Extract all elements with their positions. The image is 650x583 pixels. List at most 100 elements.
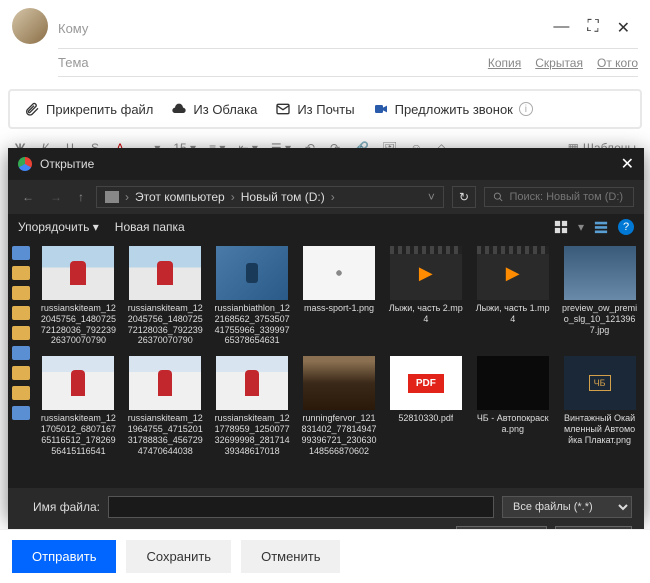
- file-thumbnail: [303, 246, 375, 300]
- file-item[interactable]: russianskiteam_122045756_148072572128036…: [125, 244, 206, 348]
- file-name: 52810330.pdf: [398, 413, 453, 424]
- save-button[interactable]: Сохранить: [126, 540, 231, 573]
- file-name: Лыжи, часть 1.mp4: [475, 303, 551, 325]
- attach-cloud-label: Из Облака: [193, 102, 257, 117]
- hidden-link[interactable]: Скрытая: [535, 56, 583, 70]
- file-item[interactable]: mass-sport-1.png: [299, 244, 380, 348]
- suggest-call-label: Предложить звонок: [395, 102, 513, 117]
- sidebar-folder-2[interactable]: [12, 286, 30, 300]
- file-item[interactable]: Лыжи, часть 2.mp4: [385, 244, 466, 348]
- file-thumbnail: [129, 246, 201, 300]
- file-name: russianbiathlon_122168562_37535074175596…: [214, 303, 290, 346]
- dialog-sidebar: [8, 240, 34, 488]
- sidebar-folder-5[interactable]: [12, 366, 30, 380]
- from-link[interactable]: От кого: [597, 56, 638, 70]
- file-thumbnail: [477, 356, 549, 410]
- nav-up-button[interactable]: ↑: [74, 190, 88, 204]
- file-name: ЧБ - Автопокраска.png: [475, 413, 551, 435]
- file-thumbnail: [216, 246, 288, 300]
- file-item[interactable]: runningfervor_121831402_7781494799396721…: [299, 354, 380, 458]
- file-thumbnail: [390, 356, 462, 410]
- refresh-button[interactable]: ↻: [452, 186, 476, 208]
- to-field[interactable]: [58, 21, 545, 36]
- attach-mail-button[interactable]: Из Почты: [275, 101, 354, 117]
- filename-label: Имя файла:: [20, 500, 100, 514]
- paperclip-icon: [24, 101, 40, 117]
- file-item[interactable]: 52810330.pdf: [385, 354, 466, 458]
- file-open-dialog: Открытие ✕ ← → ↑ › Этот компьютер › Новы…: [8, 148, 644, 518]
- sidebar-folder-4[interactable]: [12, 326, 30, 340]
- view-large-icon[interactable]: [554, 220, 568, 234]
- nav-back-button[interactable]: ←: [18, 190, 38, 204]
- file-item[interactable]: Винтажный Окаймленный Автомойка Плакат.p…: [559, 354, 640, 458]
- nav-forward-button[interactable]: →: [46, 190, 66, 204]
- file-thumbnail: [477, 246, 549, 300]
- file-thumbnail: [390, 246, 462, 300]
- avatar[interactable]: [12, 8, 48, 44]
- file-item[interactable]: russianskiteam_122045756_148072572128036…: [38, 244, 119, 348]
- file-item[interactable]: russianskiteam_121778959_125007732699998…: [212, 354, 293, 458]
- maximize-icon[interactable]: ⛶: [587, 18, 598, 38]
- copy-link[interactable]: Копия: [488, 56, 521, 70]
- file-thumbnail: [42, 246, 114, 300]
- file-name: runningfervor_121831402_7781494799396721…: [301, 413, 377, 456]
- file-item[interactable]: russianskiteam_121964755_471520131788836…: [125, 354, 206, 458]
- sidebar-folder-3[interactable]: [12, 306, 30, 320]
- search-icon: [493, 191, 504, 203]
- file-name: preview_ow_premio_slg_10_1213967.jpg: [562, 303, 638, 335]
- search-input[interactable]: [510, 191, 626, 203]
- filetype-select[interactable]: Все файлы (*.*): [502, 496, 632, 518]
- newfolder-button[interactable]: Новая папка: [115, 220, 185, 234]
- file-thumbnail: [564, 356, 636, 410]
- chrome-icon: [18, 157, 32, 171]
- minimize-icon[interactable]: —: [553, 18, 569, 38]
- view-list-icon[interactable]: [594, 220, 608, 234]
- suggest-call-button[interactable]: Предложить звонок i: [373, 101, 533, 117]
- breadcrumb-drive[interactable]: Новый том (D:): [241, 190, 325, 204]
- file-thumbnail: [303, 356, 375, 410]
- file-item[interactable]: Лыжи, часть 1.mp4: [472, 244, 553, 348]
- view-dropdown[interactable]: ▾: [578, 220, 584, 234]
- cloud-icon: [171, 101, 187, 117]
- file-thumbnail: [129, 356, 201, 410]
- file-item[interactable]: preview_ow_premio_slg_10_1213967.jpg: [559, 244, 640, 348]
- close-icon[interactable]: ✕: [617, 18, 630, 38]
- file-name: russianskiteam_121964755_471520131788836…: [127, 413, 203, 456]
- breadcrumb[interactable]: › Этот компьютер › Новый том (D:) › ˅: [96, 186, 444, 208]
- disk-icon: [105, 191, 119, 203]
- sidebar-network[interactable]: [12, 406, 30, 420]
- cancel-button[interactable]: Отменить: [241, 540, 340, 573]
- sidebar-folder-6[interactable]: [12, 386, 30, 400]
- attach-file-label: Прикрепить файл: [46, 102, 153, 117]
- file-name: mass-sport-1.png: [304, 303, 374, 314]
- file-thumbnail: [42, 356, 114, 410]
- file-thumbnail: [564, 246, 636, 300]
- file-thumbnail: [216, 356, 288, 410]
- file-name: russianskiteam_121778959_125007732699998…: [214, 413, 290, 456]
- send-button[interactable]: Отправить: [12, 540, 116, 573]
- filename-input[interactable]: [108, 496, 494, 518]
- sidebar-pc[interactable]: [12, 346, 30, 360]
- help-icon[interactable]: ?: [618, 219, 634, 235]
- file-name: Лыжи, часть 2.mp4: [388, 303, 464, 325]
- attach-file-button[interactable]: Прикрепить файл: [24, 101, 153, 117]
- file-item[interactable]: russianbiathlon_122168562_37535074175596…: [212, 244, 293, 348]
- file-item[interactable]: russianskiteam_121705012_680716765116512…: [38, 354, 119, 458]
- organize-button[interactable]: Упорядочить ▾: [18, 220, 99, 234]
- sidebar-folder-1[interactable]: [12, 266, 30, 280]
- dialog-title: Открытие: [40, 157, 94, 171]
- breadcrumb-pc[interactable]: Этот компьютер: [135, 190, 225, 204]
- sidebar-quickaccess[interactable]: [12, 246, 30, 260]
- video-icon: [373, 101, 389, 117]
- file-name: russianskiteam_121705012_680716765116512…: [40, 413, 116, 456]
- file-name: russianskiteam_122045756_148072572128036…: [40, 303, 116, 346]
- file-name: Винтажный Окаймленный Автомойка Плакат.p…: [562, 413, 638, 445]
- attach-mail-label: Из Почты: [297, 102, 354, 117]
- attach-cloud-button[interactable]: Из Облака: [171, 101, 257, 117]
- subject-field[interactable]: [58, 55, 488, 70]
- file-name: russianskiteam_122045756_148072572128036…: [127, 303, 203, 346]
- mail-icon: [275, 101, 291, 117]
- info-icon[interactable]: i: [519, 102, 533, 116]
- dialog-close-button[interactable]: ✕: [621, 154, 634, 174]
- file-item[interactable]: ЧБ - Автопокраска.png: [472, 354, 553, 458]
